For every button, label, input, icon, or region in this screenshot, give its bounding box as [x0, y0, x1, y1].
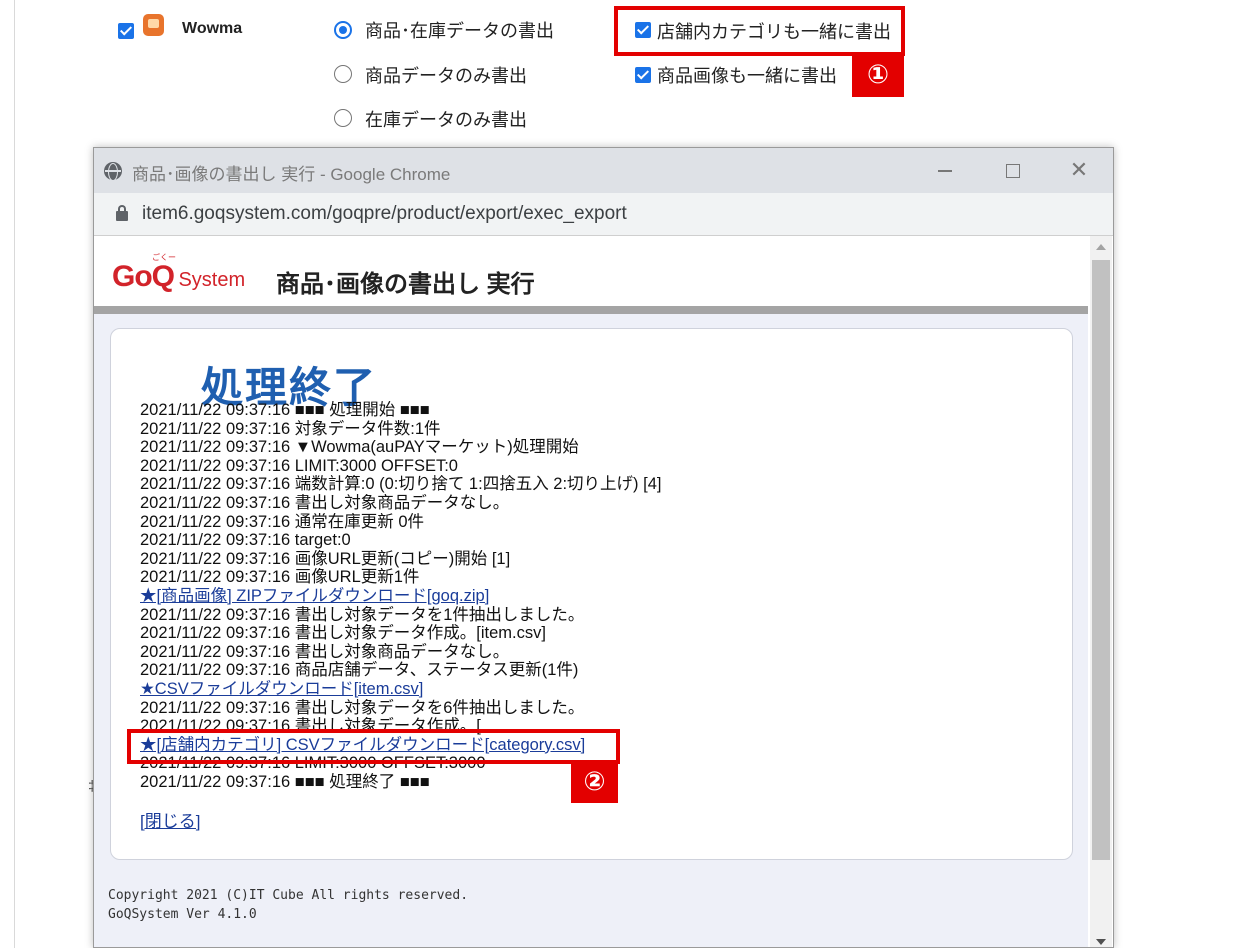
footer-version: GoQSystem Ver 4.1.0	[108, 907, 257, 922]
minimize-icon	[938, 170, 952, 172]
export-radio-both[interactable]	[334, 21, 352, 39]
image-export-checkbox[interactable]	[635, 67, 651, 83]
screen: Wowma 商品･在庫データの書出 商品データのみ書出 在庫データのみ書出 店舗…	[0, 0, 1243, 948]
log-line: 2021/11/22 09:37:16 ▼Wowma(auPAYマーケット)処理…	[140, 438, 579, 457]
export-radio-product-only[interactable]	[334, 65, 352, 83]
window-title: 商品･画像の書出し 実行 - Google Chrome	[132, 165, 451, 184]
callout-badge-1: ①	[852, 55, 904, 97]
log-line: 2021/11/22 09:37:16 書出し対象商品データなし。	[140, 642, 510, 661]
log-line: 2021/11/22 09:37:16 画像URL更新(コピー)開始 [1]	[140, 549, 511, 568]
close-link[interactable]: [閉じる]	[140, 807, 200, 832]
logo-main: GoQ	[112, 260, 175, 293]
callout-badge-2: ②	[571, 763, 618, 803]
popup-window: 商品･画像の書出し 実行 - Google Chrome ✕ item6.goq…	[93, 147, 1114, 948]
log-line: 2021/11/22 09:37:16 通常在庫更新 0件	[140, 512, 425, 531]
page-left-border	[14, 0, 15, 948]
page-content: ごくー GoQ System 商品･画像の書出し 実行 処理終了 2021/11…	[94, 236, 1088, 947]
scroll-thumb[interactable]	[1092, 260, 1110, 860]
logo-sub: System	[178, 269, 246, 291]
scroll-down-arrow-icon[interactable]	[1096, 939, 1106, 945]
log-line: 2021/11/22 09:37:16 書出し対象データを6件抽出しました。	[140, 698, 585, 717]
log-line: 2021/11/22 09:37:16 target:0	[140, 531, 351, 550]
image-export-label: 商品画像も一緒に書出	[657, 66, 837, 86]
log-line: 2021/11/22 09:37:16 端数計算:0 (0:切り捨て 1:四捨五…	[140, 475, 662, 494]
vertical-scrollbar[interactable]	[1090, 236, 1112, 947]
shop-label: Wowma	[182, 20, 243, 37]
log-line: 2021/11/22 09:37:16 書出し対象データ作成。[item.csv…	[140, 624, 546, 643]
log-line: 2021/11/22 09:37:16 ■■■ 処理開始 ■■■	[140, 401, 430, 419]
address-url[interactable]: item6.goqsystem.com/goqpre/product/expor…	[142, 203, 627, 225]
globe-icon	[104, 162, 122, 181]
window-titlebar: 商品･画像の書出し 実行 - Google Chrome ✕	[94, 148, 1113, 193]
page-header: ごくー GoQ System 商品･画像の書出し 実行	[94, 236, 1088, 306]
download-link[interactable]: ★CSVファイルダウンロード[item.csv]	[140, 680, 1060, 699]
footer-copyright: Copyright 2021 (C)IT Cube All rights res…	[108, 888, 469, 903]
export-option-label-1: 商品データのみ書出	[365, 66, 527, 86]
callout-box-2	[127, 729, 620, 764]
log-line: 2021/11/22 09:37:16 書出し対象データを1件抽出しました。	[140, 605, 585, 624]
log-line: 2021/11/22 09:37:16 書出し対象商品データなし。	[140, 493, 510, 512]
logo-ruby: ごくー	[152, 253, 176, 262]
close-window-button[interactable]: ✕	[1064, 156, 1094, 186]
page-footer: Copyright 2021 (C)IT Cube All rights res…	[108, 886, 468, 924]
lock-icon	[116, 205, 128, 221]
log-line: 2021/11/22 09:37:16 商品店舗データ、ステータス更新(1件)	[140, 661, 579, 680]
log-line: 2021/11/22 09:37:16 対象データ件数:1件	[140, 419, 441, 438]
maximize-button[interactable]	[998, 156, 1028, 186]
callout-box-1	[614, 6, 905, 56]
address-bar[interactable]: item6.goqsystem.com/goqpre/product/expor…	[94, 193, 1113, 236]
page-title: 商品･画像の書出し 実行	[276, 271, 535, 298]
shop-checkbox[interactable]	[118, 23, 134, 39]
export-option-label-0: 商品･在庫データの書出	[365, 21, 554, 41]
scroll-up-arrow-icon[interactable]	[1096, 244, 1106, 250]
export-option-label-2: 在庫データのみ書出	[365, 110, 527, 130]
download-link[interactable]: ★[商品画像] ZIPファイルダウンロード[goq.zip]	[140, 587, 1060, 606]
log-line: 2021/11/22 09:37:16 LIMIT:3000 OFFSET:0	[140, 456, 458, 475]
goq-logo: ごくー GoQ System	[112, 253, 246, 294]
minimize-button[interactable]	[930, 156, 960, 186]
wowma-logo-icon	[143, 14, 164, 36]
maximize-icon	[1006, 164, 1020, 178]
header-divider	[94, 306, 1088, 314]
export-radio-stock-only[interactable]	[334, 109, 352, 127]
log-line: 2021/11/22 09:37:16 画像URL更新1件	[140, 568, 420, 587]
